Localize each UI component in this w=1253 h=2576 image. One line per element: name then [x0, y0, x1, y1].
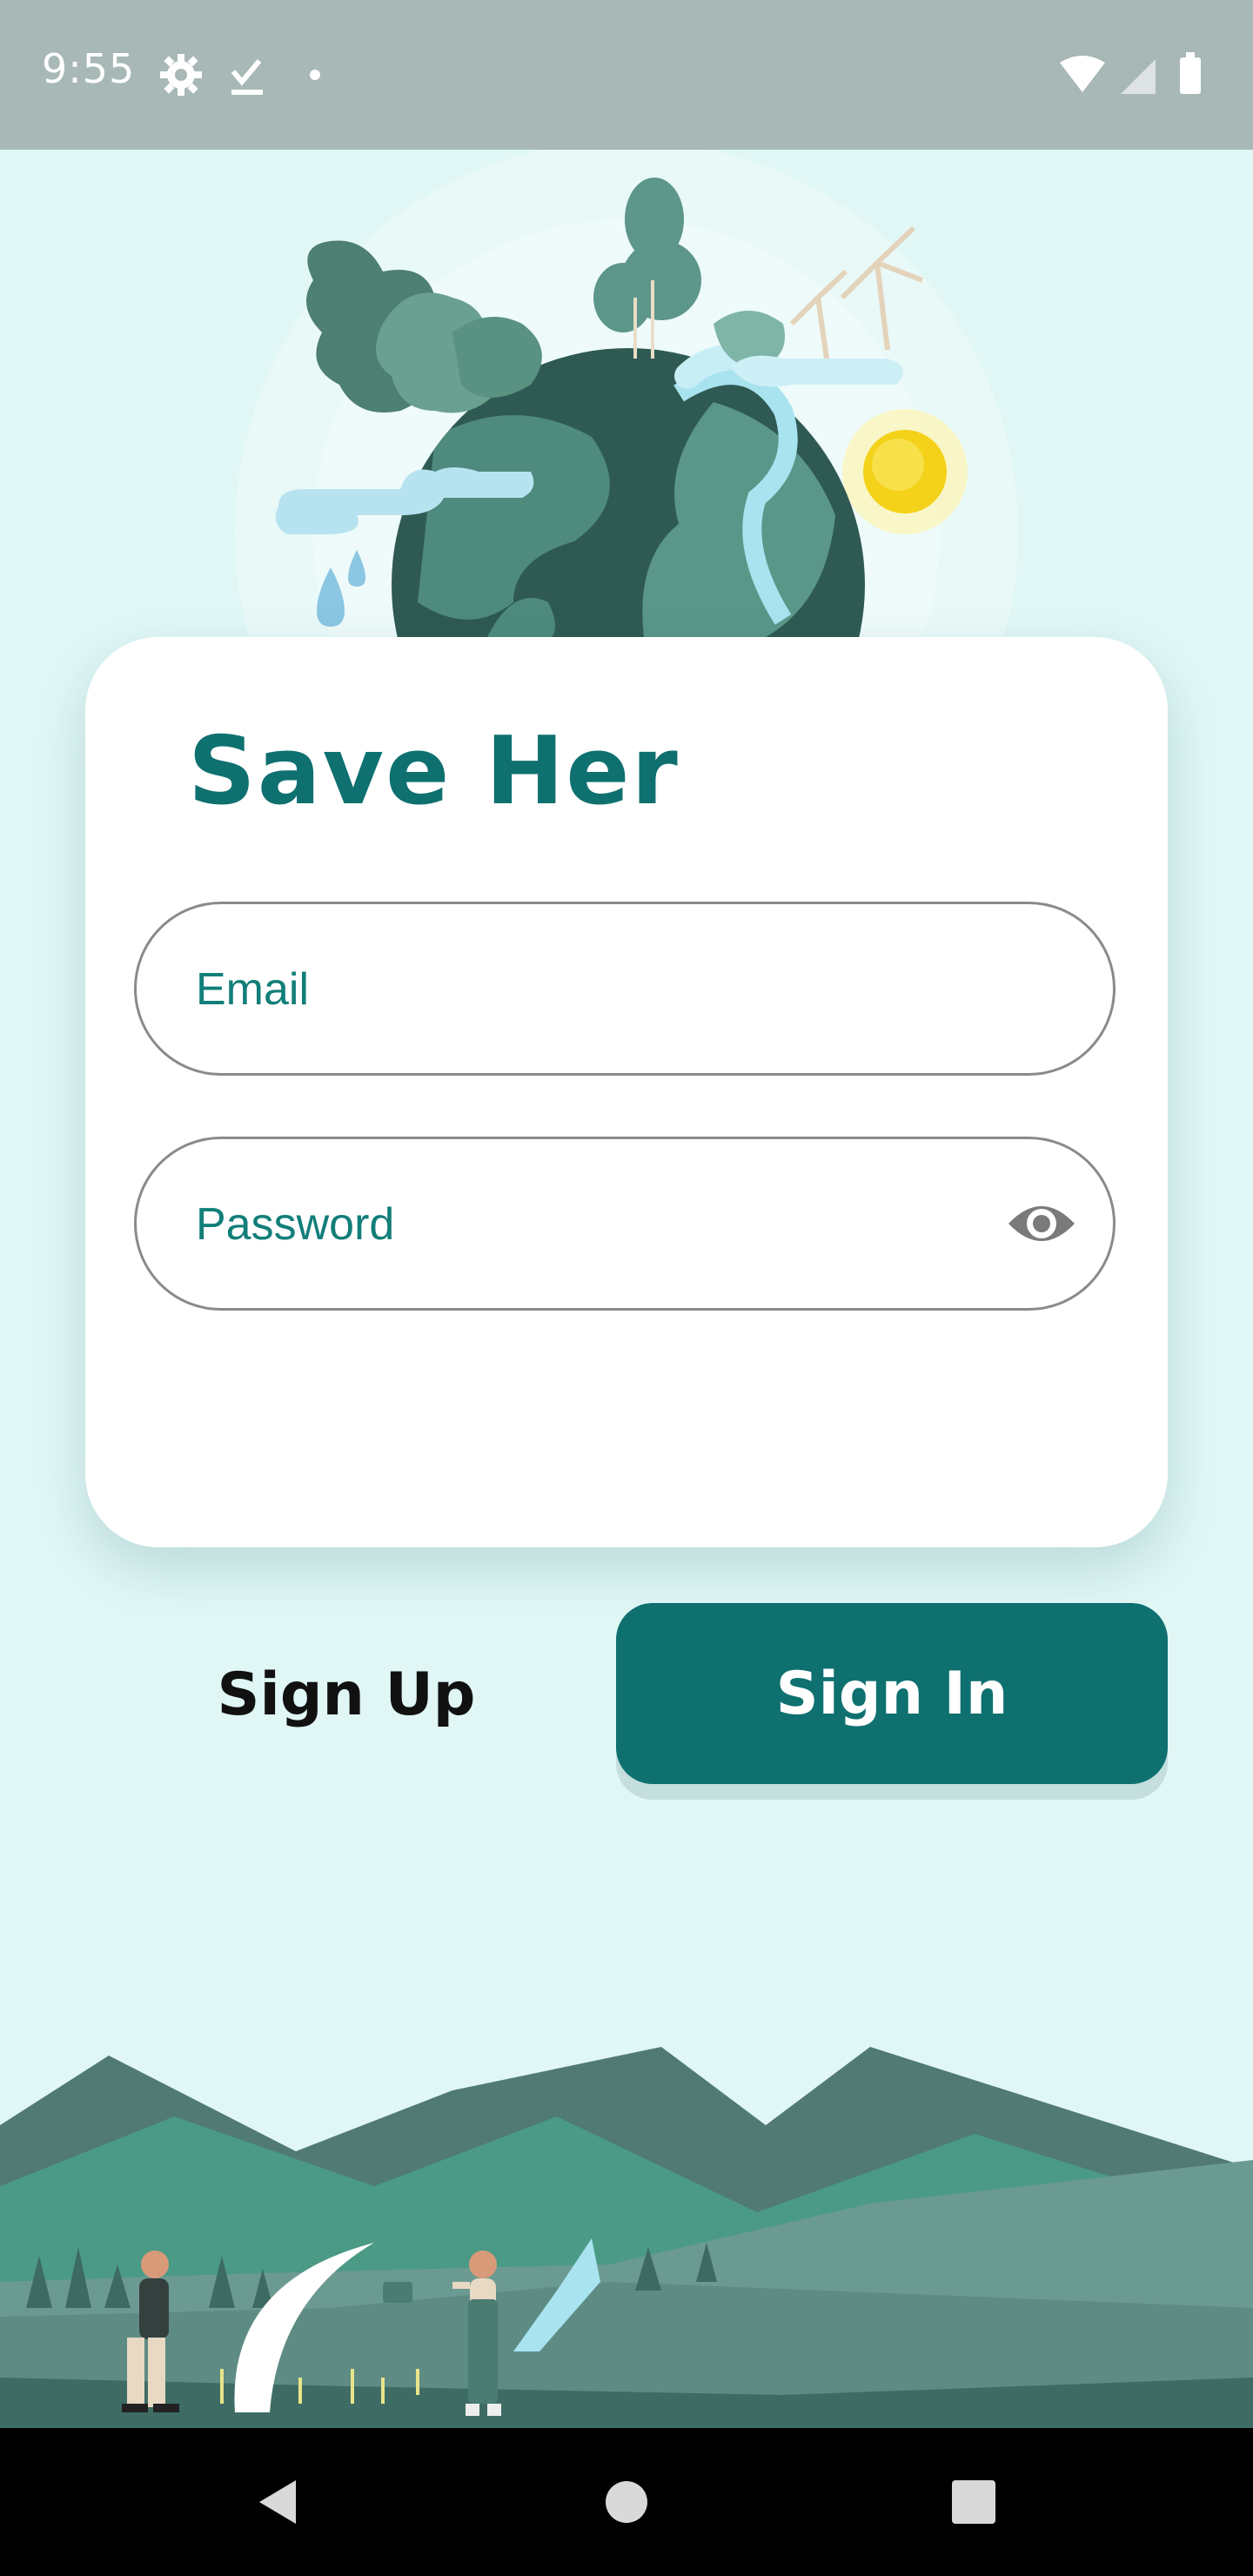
landscape-illustration [0, 2047, 1253, 2428]
email-field[interactable] [134, 902, 1116, 1076]
status-bar: 9:55 [0, 0, 1253, 150]
recents-icon[interactable] [888, 2428, 1062, 2576]
notification-dot-icon [310, 70, 320, 80]
task-done-icon [231, 59, 263, 95]
status-time: 9:55 [42, 45, 136, 92]
status-right-icons [1060, 52, 1201, 94]
action-row: Sign Up Sign In [0, 1603, 1253, 1829]
battery-icon [1180, 52, 1201, 94]
password-field[interactable] [134, 1137, 1116, 1311]
email-input[interactable] [194, 904, 981, 1075]
sign-in-button[interactable]: Sign In [616, 1603, 1168, 1784]
home-icon[interactable] [539, 2428, 714, 2576]
settings-icon [160, 54, 202, 96]
sign-up-button[interactable]: Sign Up [164, 1638, 529, 1751]
password-input[interactable] [194, 1139, 981, 1310]
eye-icon[interactable] [1007, 1193, 1076, 1254]
status-left-icons [160, 54, 320, 96]
cell-signal-icon [1121, 59, 1156, 94]
back-icon[interactable] [191, 2428, 365, 2576]
earth-illustration [235, 150, 1018, 637]
wifi-icon [1060, 56, 1105, 92]
navigation-bar [0, 2428, 1253, 2576]
app-title: Save Her [188, 717, 680, 826]
app-area: Save Her Sign Up Sign In [0, 150, 1253, 2428]
login-card: Save Her [85, 637, 1168, 1547]
